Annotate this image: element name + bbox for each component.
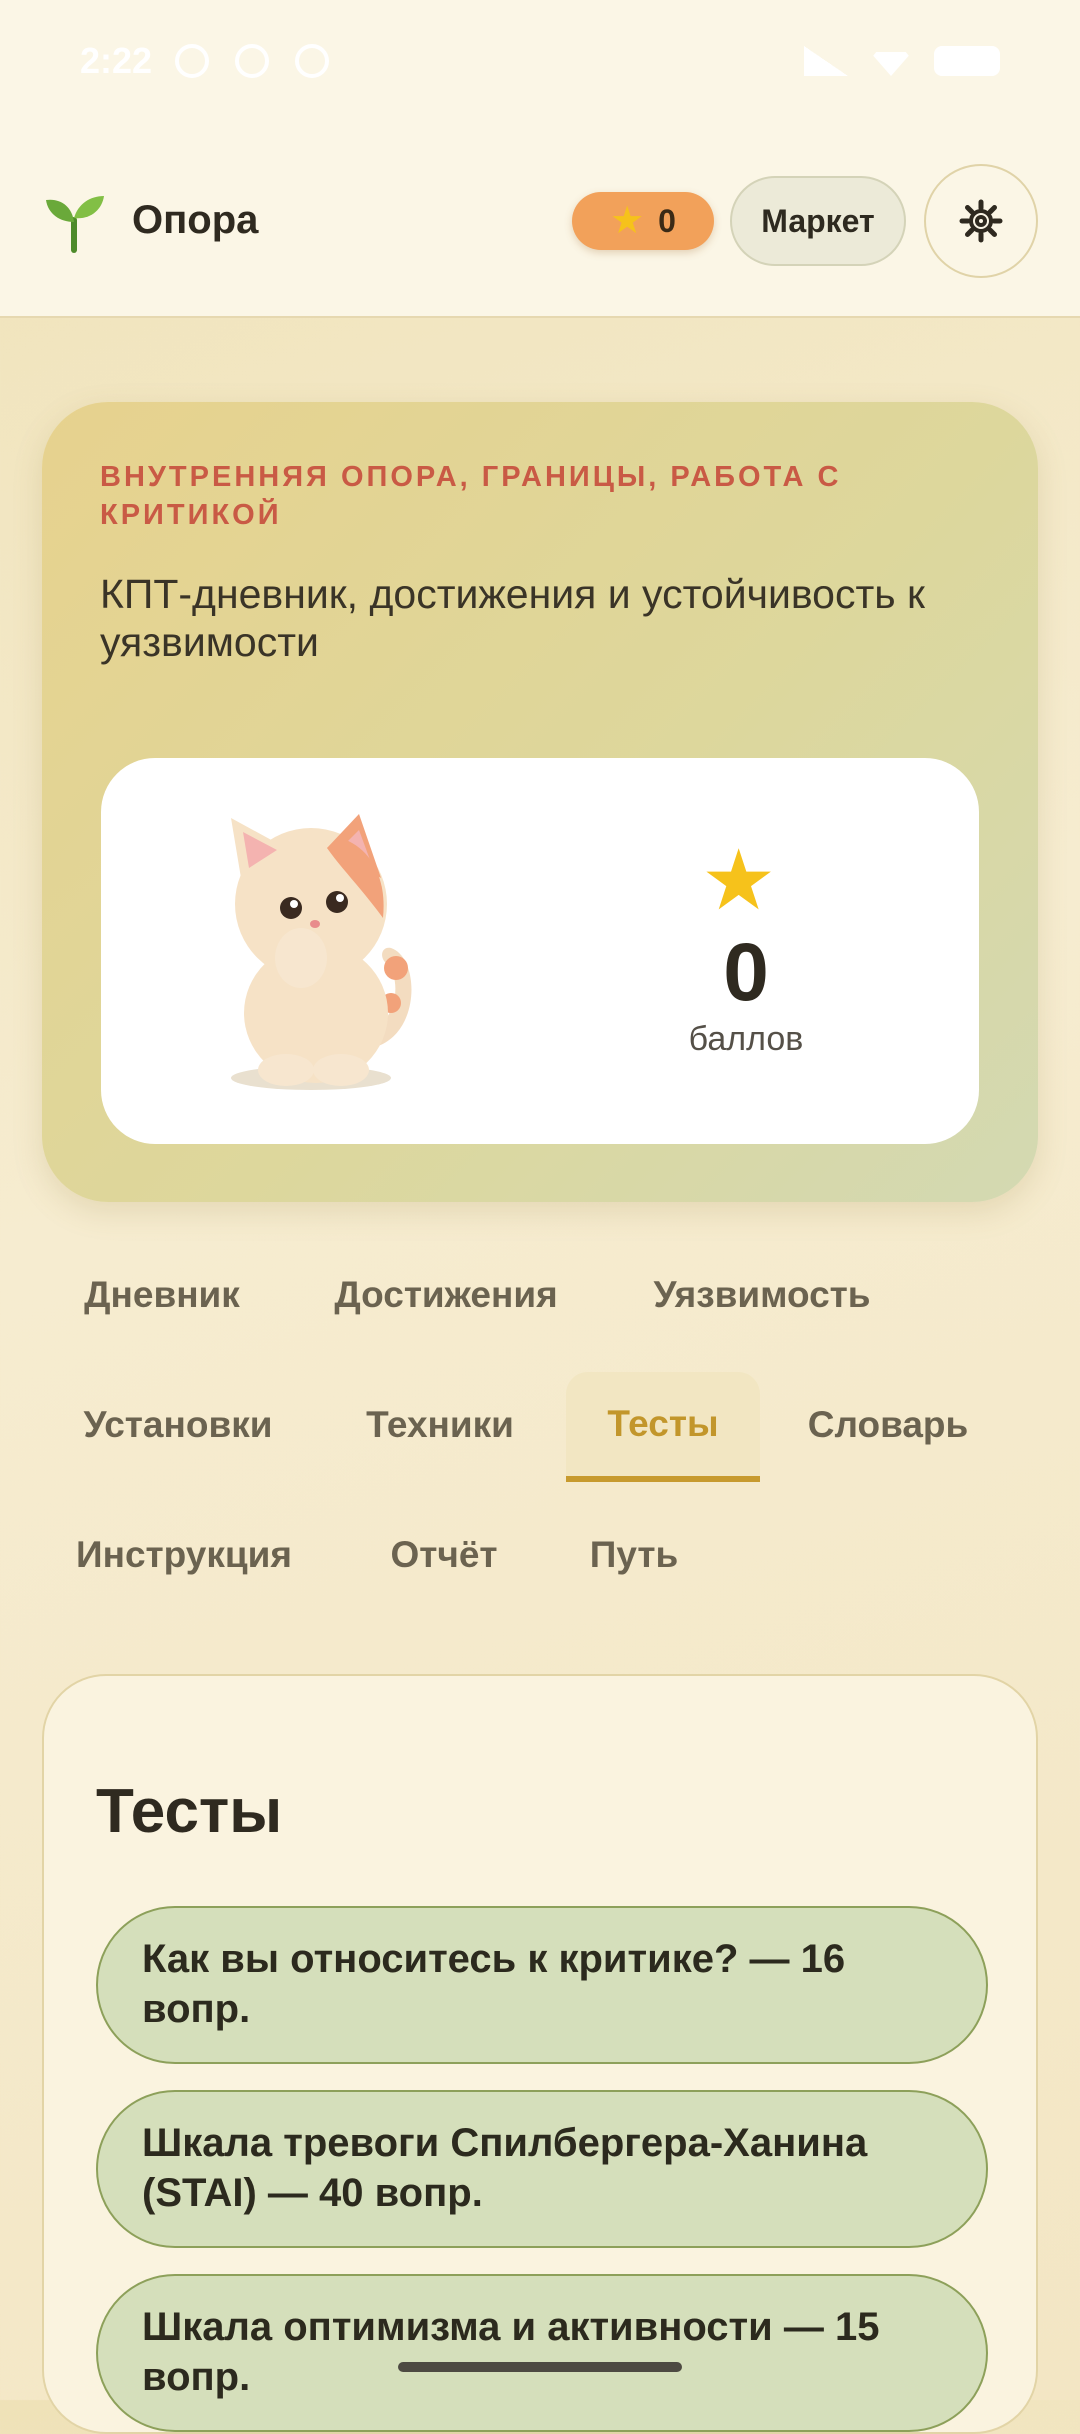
tab-diary[interactable]: Дневник — [62, 1240, 262, 1350]
tests-panel: Тесты Как вы относитесь к критике? — 16 … — [42, 1674, 1038, 2434]
test-item[interactable]: Как вы относитесь к критике? — 16 вопр. — [96, 1906, 988, 2064]
status-icons-right — [804, 46, 1000, 76]
wifi-icon — [870, 52, 912, 76]
score-label: баллов — [688, 1020, 804, 1058]
hero-card: Внутренняя опора, границы, работа с крит… — [42, 402, 1038, 1202]
tab-achievements[interactable]: Достижения — [314, 1240, 578, 1350]
shield-status-icon — [295, 44, 329, 78]
star-icon: ★ — [610, 200, 645, 242]
home-indicator[interactable] — [398, 2362, 682, 2372]
test-item[interactable]: Шкала тревоги Спилбергера-Ханина (STAI) … — [96, 2090, 988, 2248]
tab-vulnerability[interactable]: Уязвимость — [634, 1240, 890, 1350]
tab-tests[interactable]: Тесты — [566, 1372, 760, 1482]
points-badge[interactable]: ★ 0 — [572, 192, 714, 250]
market-button[interactable]: Маркет — [730, 176, 906, 266]
points-count: 0 — [658, 202, 676, 239]
tab-techniques[interactable]: Техники — [348, 1370, 532, 1480]
test-item[interactable]: Шкала оптимизма и активности — 15 вопр. — [96, 2274, 988, 2432]
signal-icon — [804, 46, 848, 76]
hero-description: КПТ-дневник, достижения и устойчивость к… — [100, 571, 925, 665]
cat-mascot — [231, 814, 412, 1090]
app-title: Опора — [132, 198, 259, 242]
status-icons-left — [175, 44, 329, 78]
panel-title: Тесты — [96, 1777, 283, 1846]
star-icon: ★ — [701, 833, 777, 927]
tab-path[interactable]: Путь — [576, 1500, 692, 1610]
tab-dictionary[interactable]: Словарь — [794, 1370, 982, 1480]
tab-instructions[interactable]: Инструкция — [62, 1500, 306, 1610]
seedling-icon — [46, 196, 104, 253]
score-value: 0 — [723, 927, 769, 1018]
score-card: ★ 0 баллов — [101, 758, 979, 1144]
app-header: Опора ★ 0 Маркет — [0, 130, 1080, 318]
hero-subtitle: Внутренняя опора, границы, работа с крит… — [100, 461, 842, 531]
tab-report[interactable]: Отчёт — [376, 1500, 512, 1610]
status-time: 2:22 — [80, 40, 153, 81]
status-bar: 2:22 — [0, 0, 1080, 130]
battery-icon — [934, 46, 1000, 76]
info-status-icon — [235, 44, 269, 78]
settings-status-icon — [175, 44, 209, 78]
settings-button[interactable] — [924, 164, 1038, 278]
tab-beliefs[interactable]: Установки — [62, 1370, 294, 1480]
gear-icon — [959, 199, 1003, 243]
